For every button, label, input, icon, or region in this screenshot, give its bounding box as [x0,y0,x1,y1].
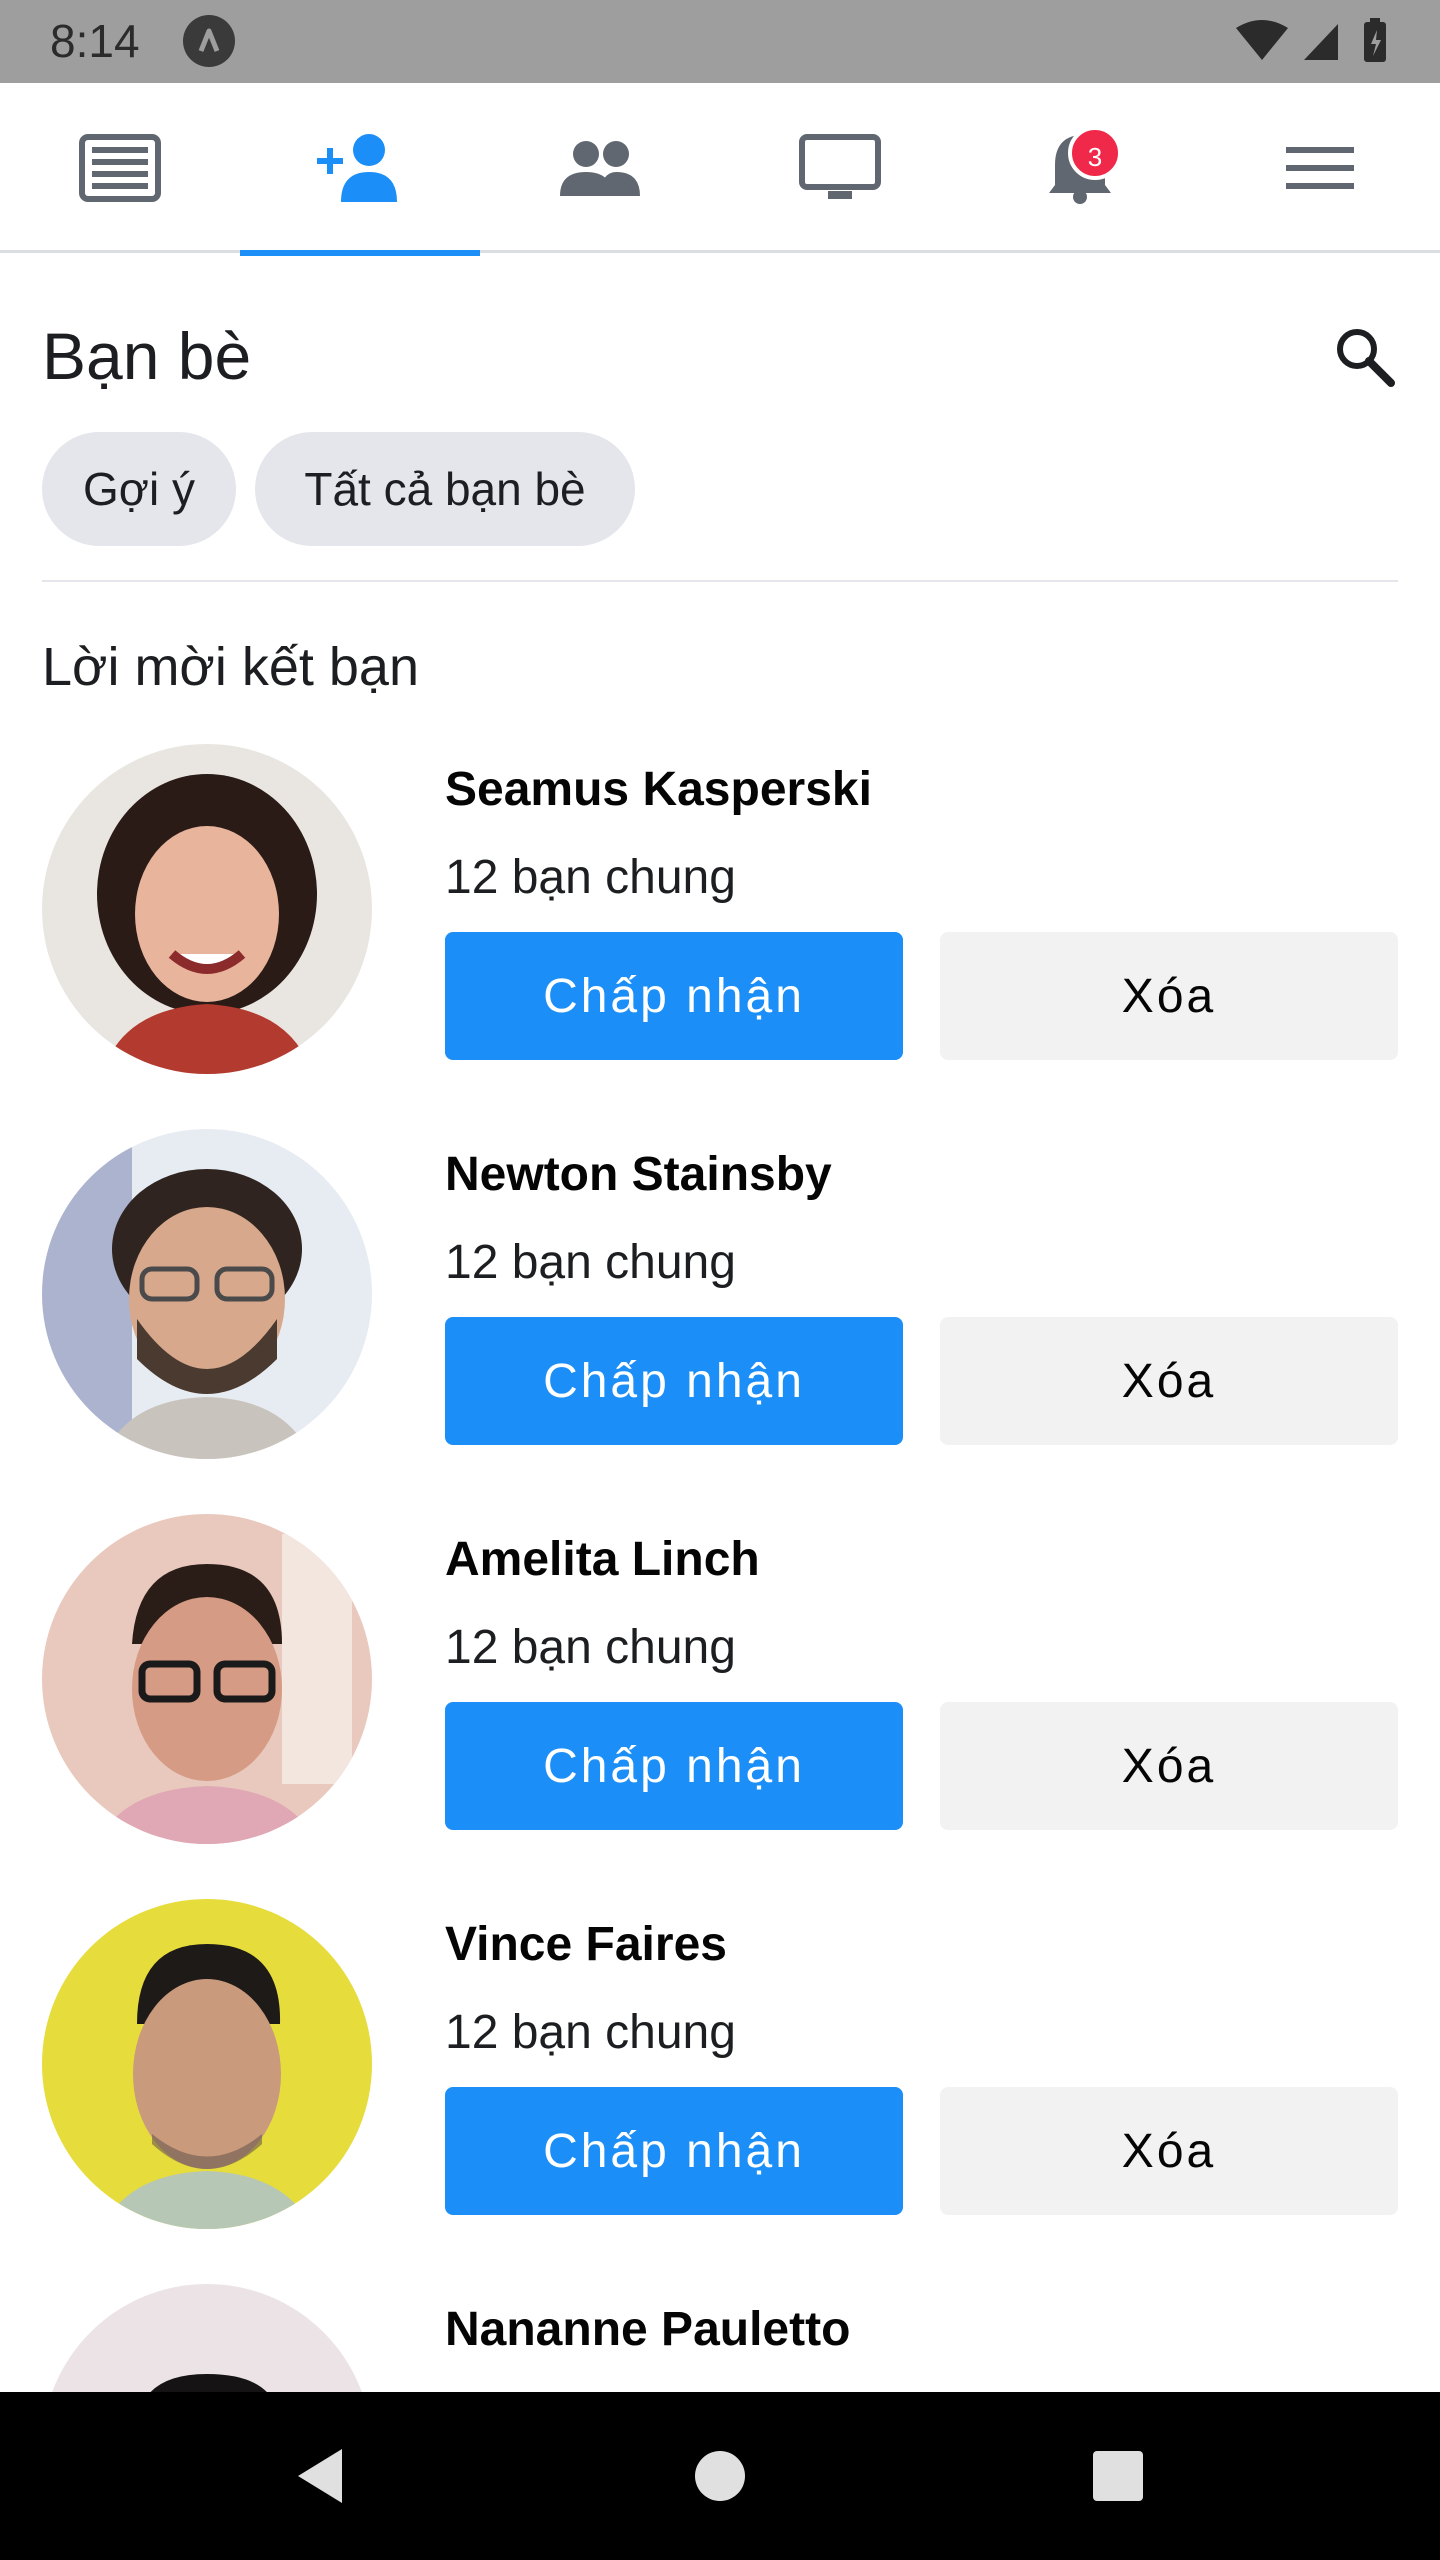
request-name[interactable]: Nananne Pauletto [445,2302,850,2357]
mutual-friends: 12 bạn chung [445,851,736,904]
recents-button[interactable] [1018,2392,1218,2560]
status-bar: 8:14 [0,0,1440,83]
group-icon [560,141,640,196]
notification-badge: 3 [1068,126,1122,180]
tab-groups[interactable] [480,83,720,253]
back-icon [298,2449,342,2503]
request-name[interactable]: Vince Faires [445,1917,727,1972]
status-icons [1234,14,1394,70]
accept-button[interactable]: Chấp nhận [445,2087,903,2215]
home-button[interactable] [620,2392,820,2560]
battery-icon [1364,18,1386,62]
tab-menu[interactable] [1200,83,1440,253]
mutual-friends: 12 bạn chung [445,2006,736,2059]
delete-button[interactable]: Xóa [940,932,1398,1060]
wifi-icon [1236,20,1288,60]
app-a-icon [183,15,235,67]
delete-button[interactable]: Xóa [940,1702,1398,1830]
section-title: Lời mời kết bạn [42,637,419,697]
active-tab-indicator [240,250,480,256]
search-button[interactable] [1328,320,1400,392]
mutual-friends: 12 bạn chung [445,1236,736,1289]
friend-request: Amelita Linch 12 bạn chung Chấp nhận Xóa [0,1514,1440,1899]
request-name[interactable]: Newton Stainsby [445,1147,832,1202]
friend-request: Vince Faires 12 bạn chung Chấp nhận Xóa [0,1899,1440,2284]
avatar[interactable] [42,2284,372,2392]
avatar[interactable] [42,744,372,1074]
mutual-friends: 12 bạn chung [445,1621,736,1674]
delete-button[interactable]: Xóa [940,1317,1398,1445]
accept-button[interactable]: Chấp nhận [445,1317,903,1445]
avatar[interactable] [42,1129,372,1459]
friend-request: Seamus Kasperski 12 bạn chung Chấp nhận … [0,744,1440,1129]
divider [42,580,1398,582]
hamburger-icon [1286,147,1354,189]
search-icon [1337,329,1395,387]
avatar[interactable] [42,1514,372,1844]
accept-button[interactable]: Chấp nhận [445,1702,903,1830]
back-button[interactable] [220,2392,420,2560]
avatar[interactable] [42,1899,372,2229]
friend-request: Nananne Pauletto [0,2284,1440,2392]
add-friend-icon [317,134,397,202]
tab-news-feed[interactable] [0,83,240,253]
recents-icon [1093,2451,1143,2501]
page-title: Bạn bè [42,319,252,393]
signal-icon [1304,24,1338,60]
request-name[interactable]: Amelita Linch [445,1532,760,1587]
delete-button[interactable]: Xóa [940,2087,1398,2215]
tv-icon [799,134,881,199]
friend-request: Newton Stainsby 12 bạn chung Chấp nhận X… [0,1129,1440,1514]
home-icon [695,2451,745,2501]
status-time: 8:14 [50,15,140,67]
newspaper-icon [79,134,161,202]
tab-friends[interactable] [240,83,480,256]
request-name[interactable]: Seamus Kasperski [445,762,872,817]
tab-watch[interactable] [720,83,960,253]
chip-suggestions[interactable]: Gợi ý [42,432,236,546]
chip-all-friends[interactable]: Tất cả bạn bè [255,432,635,546]
system-nav-bar [0,2392,1440,2560]
accept-button[interactable]: Chấp nhận [445,932,903,1060]
top-tab-bar: 3 [0,83,1440,256]
